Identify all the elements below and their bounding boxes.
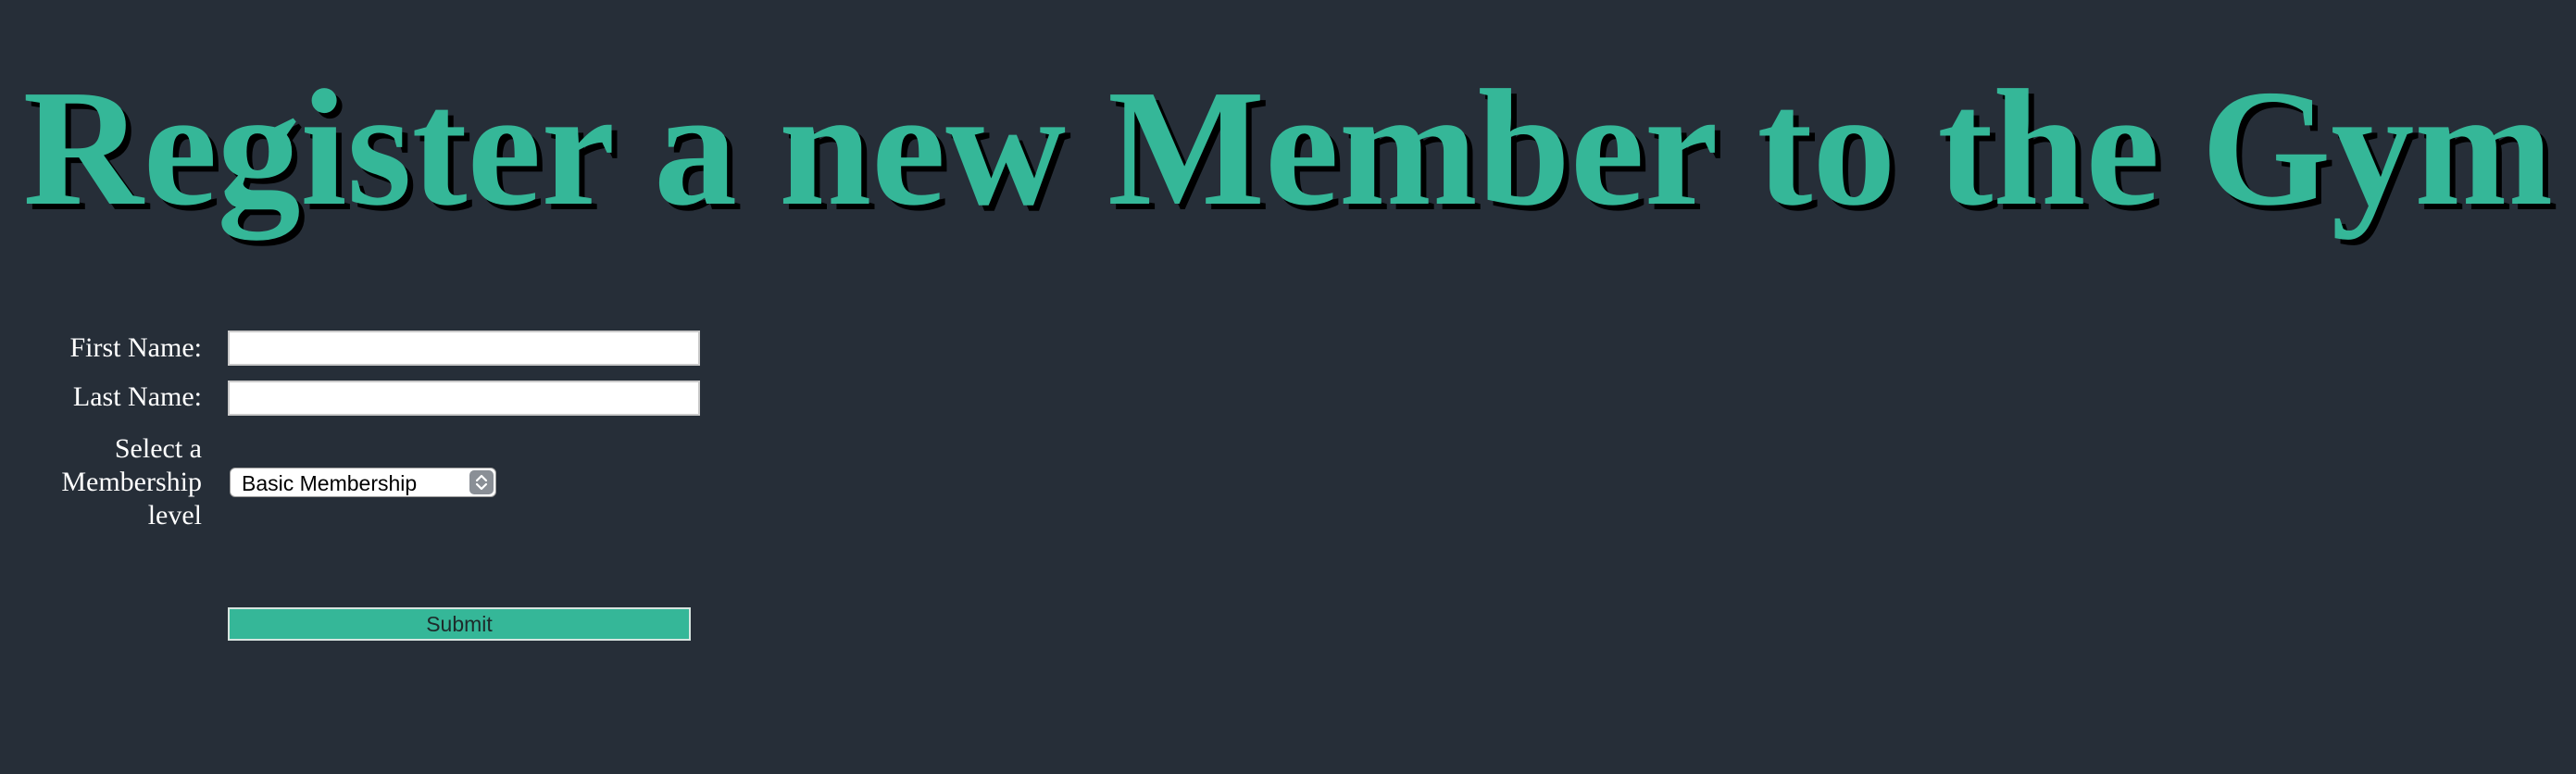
membership-level-label-line: level xyxy=(147,500,202,531)
first-name-label: First Name: xyxy=(69,332,203,363)
membership-level-select[interactable]: Basic Membership xyxy=(230,468,496,497)
first-name-input[interactable] xyxy=(228,331,700,366)
membership-level-selected-value: Basic Membership xyxy=(242,471,418,495)
membership-level-label: Select a Membership level xyxy=(61,432,202,532)
membership-level-label-line: Membership xyxy=(61,467,202,497)
last-name-label: Last Name: xyxy=(72,381,202,412)
page-title: Register a new Member to the Gym xyxy=(22,56,2554,240)
membership-level-label-line: Select a xyxy=(114,433,202,464)
last-name-input[interactable] xyxy=(228,381,700,416)
chevron-up-down-icon xyxy=(469,470,494,494)
submit-button[interactable]: Submit xyxy=(228,607,691,641)
